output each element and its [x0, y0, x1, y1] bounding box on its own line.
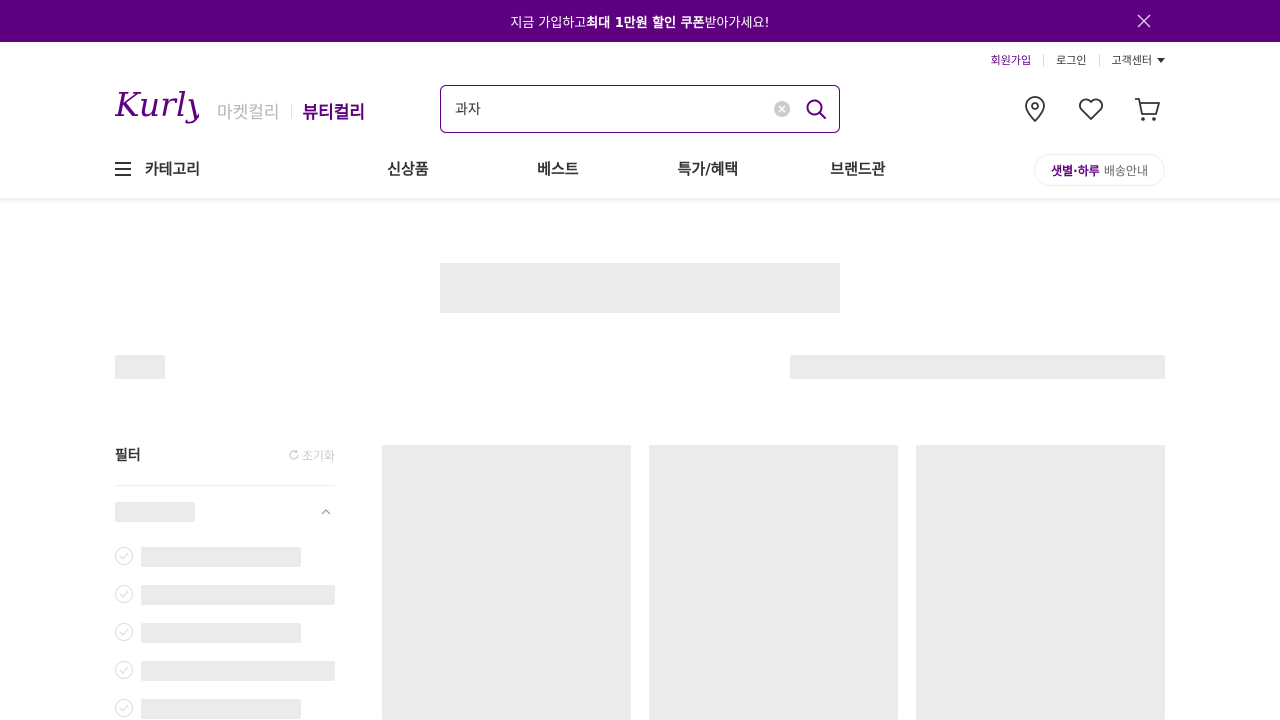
cart-icon[interactable] [1132, 94, 1162, 124]
tab-market-kurly[interactable]: 마켓컬리 [217, 98, 280, 123]
header-icons [1020, 94, 1162, 124]
logo-text: Kurly [115, 85, 199, 124]
filter-checkbox[interactable] [115, 699, 133, 717]
store-tabs: 마켓컬리 뷰티컬리 [217, 98, 365, 123]
filter-checkbox[interactable] [115, 547, 133, 565]
menu-brands[interactable]: 브랜드관 [783, 158, 933, 179]
kurly-logo[interactable]: Kurly [115, 84, 199, 130]
refresh-icon [289, 449, 299, 460]
menu-new-products[interactable]: 신상품 [333, 158, 483, 179]
login-link[interactable]: 로그인 [1044, 52, 1098, 68]
customer-center-label: 고객센터 [1111, 54, 1152, 67]
filter-header: 필터 초기화 [115, 445, 335, 465]
delivery-label: 배송안내 [1103, 163, 1148, 178]
location-pin-icon[interactable] [1020, 94, 1050, 124]
customer-center-link[interactable]: 고객센터 [1100, 52, 1165, 68]
tab-beauty-kurly[interactable]: 뷰티컬리 [303, 98, 366, 123]
join-link[interactable]: 회원가입 [979, 52, 1043, 68]
filter-option-skeleton [141, 661, 335, 681]
filter-checkbox[interactable] [115, 623, 133, 641]
filter-reset-label: 초기화 [301, 448, 335, 463]
caret-down-icon [1157, 57, 1165, 63]
top-promo-banner[interactable]: 지금 가입하고 최대 1만원 할인 쿠폰 받아가세요! [0, 0, 1280, 42]
clear-search-icon[interactable] [774, 101, 790, 117]
heart-icon[interactable] [1076, 94, 1106, 124]
menu-specials[interactable]: 특가/혜택 [633, 158, 783, 179]
search-icon[interactable] [805, 98, 827, 120]
hamburger-icon [115, 161, 131, 176]
filter-option-skeleton [141, 623, 301, 643]
category-menu[interactable]: 카테고리 [115, 158, 200, 179]
banner-text-suffix: 받아가세요! [704, 15, 770, 31]
chevron-up-icon[interactable] [320, 507, 332, 517]
search-box [440, 85, 840, 133]
product-card-skeleton [916, 445, 1165, 720]
filter-reset-button[interactable]: 초기화 [288, 447, 335, 464]
category-label: 카테고리 [145, 160, 201, 178]
sort-skeleton [790, 355, 1165, 379]
menu-best[interactable]: 베스트 [483, 158, 633, 179]
filter-option-skeleton [141, 547, 301, 567]
filter-option-skeleton [141, 699, 301, 719]
util-menu: 회원가입 로그인 고객센터 [979, 52, 1165, 68]
global-nav: 카테고리 신상품 베스트 특가/혜택 브랜드관 샛별·하루 배송안내 [0, 146, 1280, 194]
product-card-skeleton [649, 445, 898, 720]
count-skeleton [115, 355, 165, 379]
filter-checkbox[interactable] [115, 585, 133, 603]
filter-checkbox[interactable] [115, 661, 133, 679]
title-skeleton [440, 263, 840, 313]
delivery-info-button[interactable]: 샛별·하루 배송안내 [1034, 154, 1165, 186]
product-card-skeleton [382, 445, 631, 720]
divider [290, 103, 292, 118]
main-menu: 신상품 베스트 특가/혜택 브랜드관 [333, 158, 933, 179]
filter-title: 필터 [115, 448, 141, 464]
banner-text-highlight: 최대 1만원 할인 쿠폰 [586, 15, 705, 31]
delivery-highlight: 샛별·하루 [1051, 163, 1100, 178]
filter-option-skeleton [141, 585, 335, 605]
site-header: 회원가입 로그인 고객센터 Kurly 마켓컬리 뷰티컬리 과자 카테고리 신상… [0, 42, 1280, 198]
banner-text-prefix: 지금 가입하고 [510, 15, 587, 31]
close-icon[interactable] [1136, 13, 1152, 29]
divider [115, 485, 335, 486]
search-input[interactable] [455, 101, 755, 117]
filter-group-skeleton [115, 502, 195, 522]
